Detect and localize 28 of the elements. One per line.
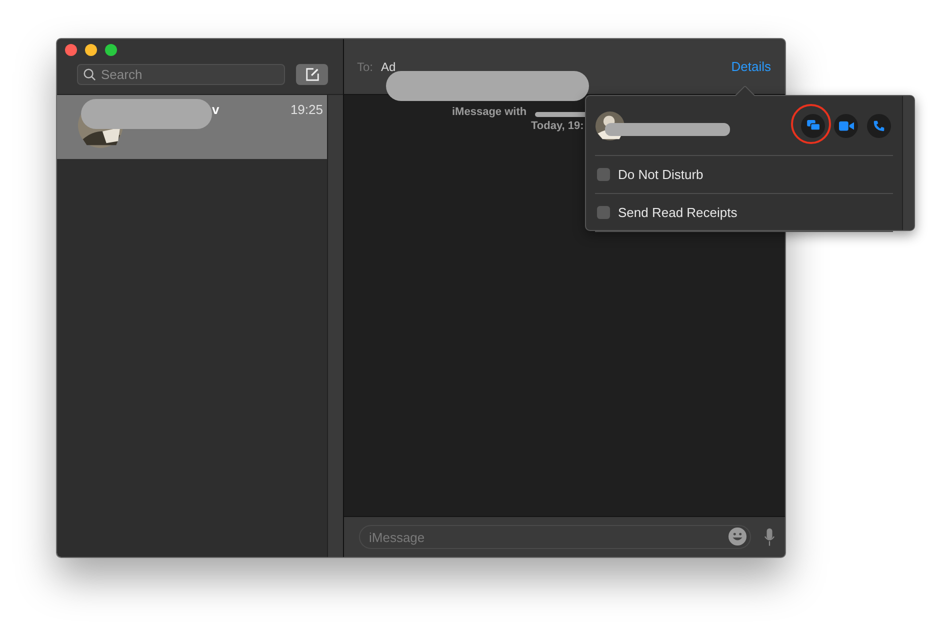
option-label: Do Not Disturb [618,167,704,182]
search-icon [83,68,96,81]
contact-name: v [212,102,220,117]
search-field[interactable]: Search [77,64,285,85]
video-camera-icon [838,120,854,130]
window-control[interactable] [65,44,77,56]
to-label: To: [357,60,374,74]
checkbox[interactable] [597,206,610,219]
action-button[interactable] [801,114,825,138]
conversation-item[interactable]: v 19:25 [57,95,327,159]
compose-button[interactable] [296,64,328,85]
option-label: Send Read Receipts [618,205,738,220]
message-time: 19:25 [290,102,323,117]
checkbox[interactable] [597,168,610,181]
screen-share-icon [806,120,820,131]
phone-icon [873,120,885,132]
compose-icon [304,67,320,82]
date-line: Today, 19: [531,120,584,132]
details-link[interactable]: Details [731,59,771,74]
microphone-icon[interactable] [764,528,775,546]
emoji-icon[interactable] [728,527,747,546]
service-line: iMessage with [452,106,527,118]
window-control[interactable] [105,44,117,56]
window-control[interactable] [85,44,97,56]
message-field[interactable]: iMessage [359,525,751,549]
action-button[interactable] [834,114,858,138]
recipient-name: Ad [381,60,396,74]
action-button[interactable] [867,114,891,138]
